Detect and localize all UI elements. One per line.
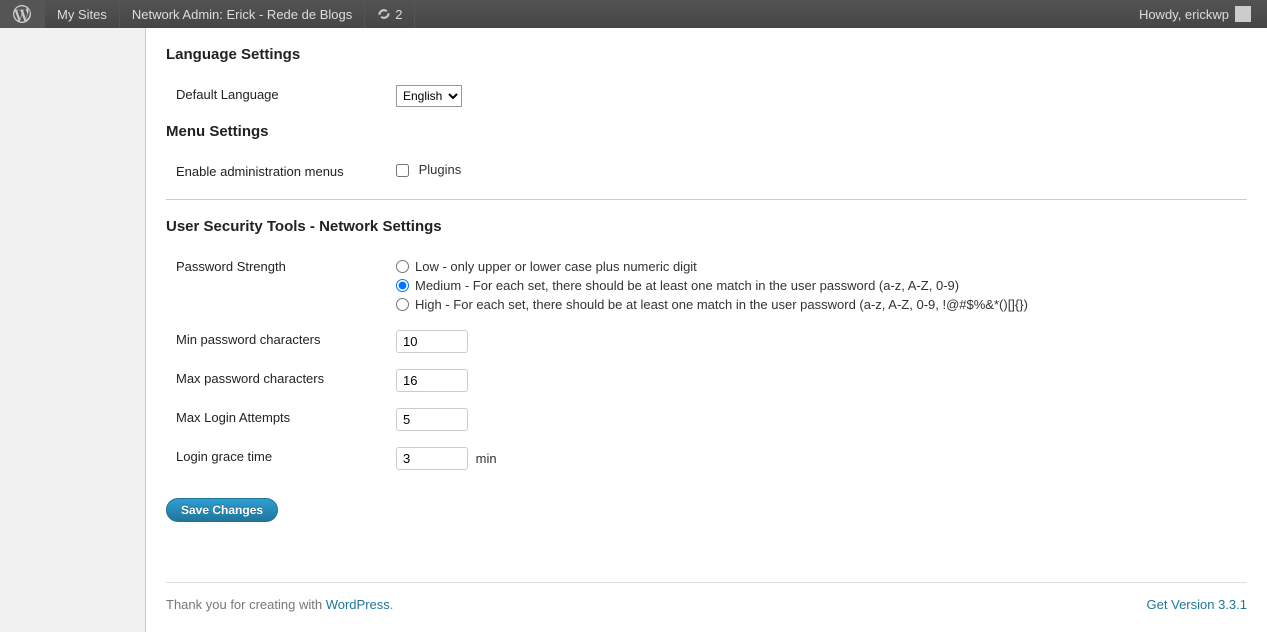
security-settings-heading: User Security Tools - Network Settings: [166, 210, 1247, 241]
footer-thankyou: Thank you for creating with: [166, 597, 326, 612]
plugins-checkbox-label[interactable]: Plugins: [396, 162, 461, 177]
max-password-input[interactable]: [396, 369, 468, 392]
footer-version-link[interactable]: Get Version 3.3.1: [1147, 597, 1247, 612]
strength-high-radio[interactable]: [396, 298, 409, 311]
login-grace-time-input[interactable]: [396, 447, 468, 470]
network-admin-menu[interactable]: Network Admin: Erick - Rede de Blogs: [120, 0, 365, 28]
refresh-icon: 2: [377, 7, 402, 22]
security-settings-table: Password Strength Low - only upper or lo…: [166, 249, 1247, 478]
grace-time-unit: min: [476, 451, 497, 466]
language-settings-table: Default Language English: [166, 77, 1247, 115]
strength-medium-radio[interactable]: [396, 279, 409, 292]
footer-wordpress-link[interactable]: WordPress: [326, 597, 390, 612]
footer-period: .: [390, 597, 394, 612]
min-password-input[interactable]: [396, 330, 468, 353]
menu-settings-heading: Menu Settings: [166, 115, 1247, 146]
password-strength-label: Password Strength: [166, 249, 386, 322]
language-settings-heading: Language Settings: [166, 38, 1247, 69]
admin-sidebar: [0, 28, 146, 632]
avatar: [1235, 6, 1251, 22]
page-wrap: Language Settings Default Language Engli…: [0, 28, 1267, 632]
menu-settings-table: Enable administration menus Plugins: [166, 154, 1247, 189]
wp-logo-menu[interactable]: [0, 0, 45, 28]
section-divider: [166, 199, 1247, 200]
strength-high-label: High - For each set, there should be at …: [415, 297, 1028, 312]
updates-count: 2: [395, 7, 402, 22]
min-password-label: Min password characters: [166, 322, 386, 361]
updates-menu[interactable]: 2: [365, 0, 415, 28]
max-login-attempts-label: Max Login Attempts: [166, 400, 386, 439]
max-login-attempts-input[interactable]: [396, 408, 468, 431]
wordpress-logo-icon: [12, 4, 32, 24]
plugins-checkbox[interactable]: [396, 164, 409, 177]
admin-bar: My Sites Network Admin: Erick - Rede de …: [0, 0, 1267, 28]
content-area: Language Settings Default Language Engli…: [146, 28, 1267, 632]
my-sites-menu[interactable]: My Sites: [45, 0, 120, 28]
strength-medium-label: Medium - For each set, there should be a…: [415, 278, 959, 293]
default-language-label: Default Language: [166, 77, 386, 115]
howdy-text: Howdy, erickwp: [1139, 7, 1229, 22]
enable-admin-menus-label: Enable administration menus: [166, 154, 386, 189]
plugins-label-text: Plugins: [419, 162, 462, 177]
admin-bar-right: Howdy, erickwp: [1131, 0, 1267, 28]
strength-low-label: Low - only upper or lower case plus nume…: [415, 259, 697, 274]
admin-bar-left: My Sites Network Admin: Erick - Rede de …: [0, 0, 415, 28]
strength-low-radio[interactable]: [396, 260, 409, 273]
footer-credit: Thank you for creating with WordPress.: [166, 597, 393, 612]
login-grace-time-label: Login grace time: [166, 439, 386, 478]
max-password-label: Max password characters: [166, 361, 386, 400]
save-button[interactable]: Save Changes: [166, 498, 278, 522]
default-language-select[interactable]: English: [396, 85, 462, 107]
user-account-menu[interactable]: Howdy, erickwp: [1131, 0, 1259, 28]
